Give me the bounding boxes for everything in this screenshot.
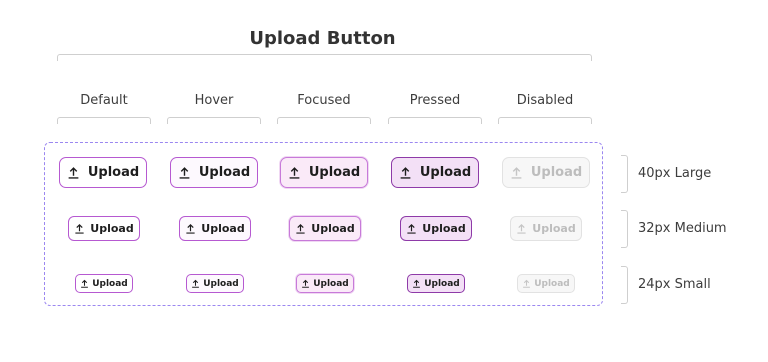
- size-bracket-large: [621, 155, 628, 193]
- size-label-medium: 32px Medium: [638, 221, 727, 236]
- state-label-hover: Hover: [194, 93, 234, 108]
- size-bracket-small: [621, 266, 628, 304]
- state-label-pressed: Pressed: [409, 93, 461, 108]
- upload-button-medium-hover[interactable]: Upload: [179, 216, 251, 241]
- upload-arrow-icon: [288, 166, 301, 179]
- upload-button-large-focused[interactable]: Upload: [280, 157, 368, 188]
- upload-button-medium-pressed[interactable]: Upload: [400, 216, 472, 241]
- upload-button-label: Upload: [308, 165, 361, 180]
- upload-button-large-disabled: Upload: [502, 157, 590, 188]
- state-bracket-focused: [277, 117, 371, 124]
- upload-arrow-icon: [399, 166, 412, 179]
- upload-button-label: Upload: [530, 165, 583, 180]
- page-title: Upload Button: [249, 28, 396, 49]
- state-label-default: Default: [80, 93, 128, 108]
- upload-button-label: Upload: [311, 222, 355, 235]
- upload-arrow-icon: [301, 279, 310, 288]
- state-bracket-hover: [167, 117, 261, 124]
- upload-arrow-icon: [516, 223, 527, 234]
- upload-button-label: Upload: [534, 278, 570, 289]
- upload-arrow-icon: [67, 166, 80, 179]
- upload-arrow-icon: [412, 279, 421, 288]
- upload-button-label: Upload: [422, 222, 466, 235]
- upload-button-label: Upload: [87, 165, 140, 180]
- upload-button-label: Upload: [532, 222, 576, 235]
- upload-arrow-icon: [74, 223, 85, 234]
- title-bracket: [57, 54, 592, 61]
- upload-button-large-pressed[interactable]: Upload: [391, 157, 479, 188]
- upload-arrow-icon: [185, 223, 196, 234]
- state-label-disabled: Disabled: [516, 93, 574, 108]
- state-bracket-default: [57, 117, 151, 124]
- upload-arrow-icon: [510, 166, 523, 179]
- upload-button-label: Upload: [90, 222, 134, 235]
- size-label-small: 24px Small: [638, 277, 711, 292]
- upload-arrow-icon: [178, 166, 191, 179]
- upload-arrow-icon: [80, 279, 89, 288]
- upload-button-label: Upload: [201, 222, 245, 235]
- upload-button-medium-focused[interactable]: Upload: [289, 216, 361, 241]
- size-label-large: 40px Large: [638, 166, 712, 181]
- upload-arrow-icon: [406, 223, 417, 234]
- size-bracket-medium: [621, 210, 628, 248]
- state-bracket-disabled: [498, 117, 592, 124]
- upload-button-label: Upload: [198, 165, 251, 180]
- upload-arrow-icon: [191, 279, 200, 288]
- upload-button-label: Upload: [313, 278, 349, 289]
- state-label-focused: Focused: [297, 93, 351, 108]
- upload-button-small-disabled: Upload: [517, 274, 575, 293]
- upload-button-small-default[interactable]: Upload: [75, 274, 133, 293]
- upload-button-small-hover[interactable]: Upload: [186, 274, 244, 293]
- upload-button-small-focused[interactable]: Upload: [296, 274, 354, 293]
- upload-button-large-hover[interactable]: Upload: [170, 157, 258, 188]
- upload-arrow-icon: [295, 223, 306, 234]
- upload-button-label: Upload: [419, 165, 472, 180]
- state-bracket-pressed: [388, 117, 482, 124]
- upload-button-small-pressed[interactable]: Upload: [407, 274, 465, 293]
- upload-button-large-default[interactable]: Upload: [59, 157, 147, 188]
- upload-button-medium-default[interactable]: Upload: [68, 216, 140, 241]
- upload-arrow-icon: [522, 279, 531, 288]
- upload-button-label: Upload: [92, 278, 128, 289]
- upload-button-label: Upload: [424, 278, 460, 289]
- upload-button-label: Upload: [203, 278, 239, 289]
- upload-button-medium-disabled: Upload: [510, 216, 582, 241]
